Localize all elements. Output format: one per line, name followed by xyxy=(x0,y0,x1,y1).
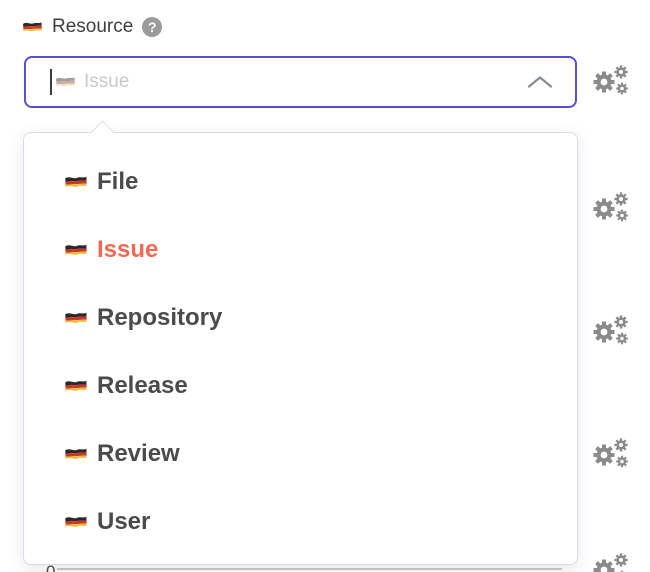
resource-dropdown-panel: File Issue Repository Release Review Use… xyxy=(23,132,578,565)
germany-flag-icon xyxy=(64,378,88,394)
dropdown-option-label: File xyxy=(97,168,138,196)
dropdown-option[interactable]: User xyxy=(24,488,577,556)
germany-flag-icon xyxy=(64,174,88,190)
settings-gears-icon[interactable] xyxy=(591,436,631,472)
field-label-row: Resource ? xyxy=(22,16,162,38)
dropdown-option[interactable]: Review xyxy=(24,420,577,488)
field-label: Resource xyxy=(52,16,133,38)
dropdown-option-label: Release xyxy=(97,372,188,400)
germany-flag-icon xyxy=(64,514,88,530)
dropdown-option-label: Issue xyxy=(97,236,158,264)
text-caret xyxy=(50,69,52,95)
settings-gears-icon[interactable] xyxy=(591,63,631,99)
settings-gears-icon[interactable] xyxy=(591,190,631,226)
dropdown-options: File Issue Repository Release Review Use… xyxy=(24,148,577,556)
dropdown-option[interactable]: Release xyxy=(24,352,577,420)
dropdown-option-label: Repository xyxy=(97,304,222,332)
settings-gears-icon[interactable] xyxy=(591,551,631,572)
resource-select-input[interactable]: Issue xyxy=(24,56,577,108)
help-icon[interactable]: ? xyxy=(142,17,162,37)
germany-flag-icon xyxy=(64,310,88,326)
clipped-next-field-border xyxy=(57,568,562,570)
dropdown-notch xyxy=(90,120,114,144)
settings-gears-icon[interactable] xyxy=(591,313,631,349)
germany-flag-icon xyxy=(64,446,88,462)
germany-flag-icon xyxy=(22,20,43,34)
dropdown-option[interactable]: File xyxy=(24,148,577,216)
dropdown-option-label: Review xyxy=(97,440,180,468)
chevron-up-icon[interactable] xyxy=(527,76,553,89)
select-placeholder: Issue xyxy=(84,71,129,93)
dropdown-option[interactable]: Issue xyxy=(24,216,577,284)
dropdown-option[interactable]: Repository xyxy=(24,284,577,352)
page: Resource ? Issue 0 File Issue Repository… xyxy=(0,0,650,572)
germany-flag-icon xyxy=(55,75,76,89)
germany-flag-icon xyxy=(64,242,88,258)
dropdown-option-label: User xyxy=(97,508,150,536)
